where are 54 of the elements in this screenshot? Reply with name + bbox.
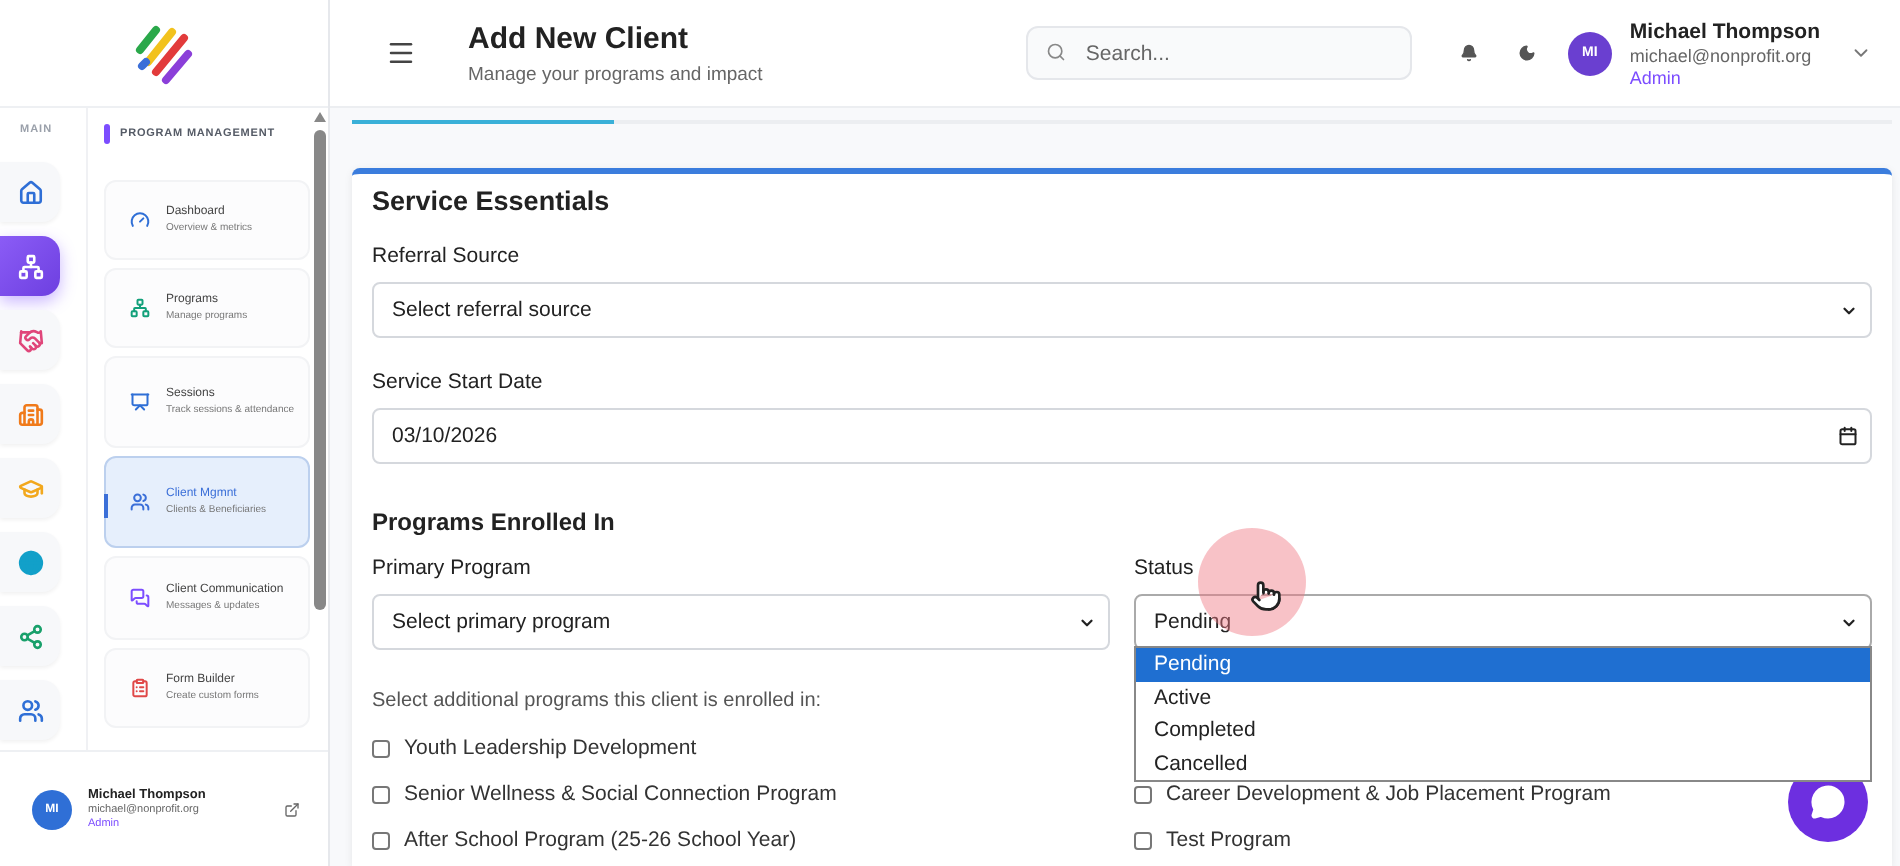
graduation-cap-icon [17,475,43,501]
chat-icon [130,588,150,608]
theme-button[interactable] [1517,44,1536,62]
rail-button[interactable] [0,606,60,666]
users-icon [130,492,150,512]
hierarchy-icon [17,253,43,279]
field-label: Service Start Date [372,370,545,394]
notification-button[interactable] [1459,44,1478,62]
dropdown-option[interactable]: Pending [1136,648,1870,681]
home-icon [17,179,43,205]
program-checkbox[interactable]: After School Program (25-26 School Year) [372,824,1110,856]
rail-button[interactable] [0,310,60,370]
program-checkbox[interactable]: Career Development & Job Placement Program [1134,778,1872,810]
program-checkbox[interactable]: Test Program [1134,824,1872,856]
date-field[interactable]: 03/10/2026 [372,408,1872,464]
section-title: Programs Enrolled In [372,508,617,536]
hint-text: Select additional programs this client is enrolled in: [372,690,822,712]
field-label: Primary Program [372,556,533,580]
user-name: Michael Thompson [1629,19,1820,43]
globe-icon [17,549,43,575]
page-title: Add New Client [468,21,691,55]
field-label: Referral Source [372,244,522,268]
program-checkbox[interactable]: Senior Wellness & Social Connection Program [372,778,1110,810]
rail-button[interactable] [0,680,60,740]
user-role: Admin [1629,67,1683,87]
select-field[interactable]: Select primary program [372,594,1110,650]
rail-button[interactable] [0,236,60,296]
accent-bar [104,124,110,144]
network-icon [17,623,43,649]
card-title: Service Essentials [372,186,612,216]
hand-cursor-icon [1250,580,1282,612]
users-icon [17,697,43,723]
presentation-icon [130,392,150,412]
external-link-icon[interactable] [284,801,300,817]
select-field[interactable]: Select referral source [372,282,1872,338]
program-checkbox[interactable]: Youth Leadership Development [372,732,1110,764]
user-email: michael@nonprofit.org [1629,45,1814,65]
field-label: Status [1134,556,1196,580]
building-icon [17,401,43,427]
calendar-icon [1838,426,1858,446]
rail-button[interactable] [0,162,60,222]
page-subtitle: Manage your programs and impact [468,63,765,85]
gauge-icon [130,210,150,230]
search-icon [1045,42,1066,62]
hierarchy-icon [130,298,150,318]
logo-icon [132,21,196,85]
search-field[interactable]: Search... [1025,26,1412,80]
select-field[interactable]: Pending [1134,594,1872,650]
rail-button[interactable] [0,384,60,444]
scroll-up-icon[interactable] [313,112,325,122]
clipboard-icon [130,678,150,698]
rail-button[interactable] [0,532,60,592]
handshake-icon [17,327,43,353]
menu-button[interactable] [386,38,416,68]
